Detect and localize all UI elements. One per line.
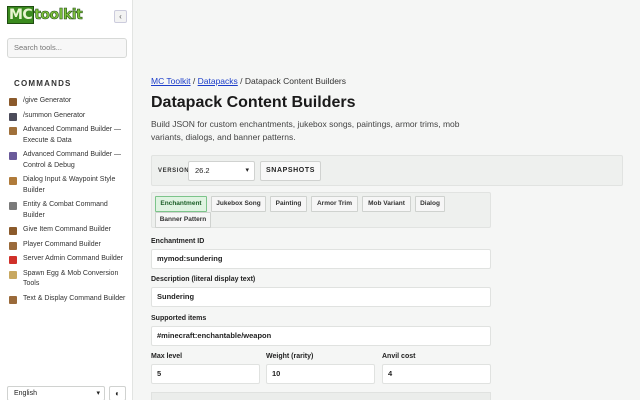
command-block-icon bbox=[9, 270, 17, 279]
max-level-field[interactable]: 5 bbox=[151, 364, 260, 384]
command-block-icon bbox=[9, 227, 17, 235]
command-block-icon bbox=[9, 295, 17, 304]
chevron-down-icon: ▾ bbox=[96, 390, 100, 397]
tab-jukebox-song[interactable]: Jukebox Song bbox=[211, 196, 266, 212]
snapshots-button[interactable]: SNAPSHOTS bbox=[260, 161, 321, 181]
sidebar-footer: English ▾ ◐ bbox=[0, 384, 133, 400]
command-block-icon bbox=[9, 98, 17, 106]
enchantment-id-label: Enchantment ID bbox=[151, 238, 205, 245]
sidebar-item-label: Entity & Combat Command Builder bbox=[23, 201, 108, 219]
anvil-cost-label: Anvil cost bbox=[382, 353, 416, 360]
command-block-icon bbox=[9, 177, 17, 185]
sidebar-item-label: Give Item Command Builder bbox=[23, 226, 111, 233]
anvil-cost-field[interactable]: 4 bbox=[382, 364, 491, 384]
command-block-icon bbox=[9, 112, 17, 121]
breadcrumb: MC Toolkit / Datapacks / Datapack Conten… bbox=[151, 76, 346, 86]
max-level-label: Max level bbox=[151, 353, 183, 360]
sidebar-item-label: Advanced Command Builder — Control & Deb… bbox=[23, 151, 122, 169]
command-block-icon bbox=[9, 241, 17, 250]
main-content: MC Toolkit / Datapacks / Datapack Conten… bbox=[134, 0, 640, 400]
app-logo[interactable]: MC toolkit bbox=[7, 6, 83, 24]
breadcrumb-current: Datapack Content Builders bbox=[244, 76, 347, 86]
breadcrumb-home-link[interactable]: MC Toolkit bbox=[151, 76, 191, 86]
tab-enchantment[interactable]: Enchantment bbox=[155, 196, 207, 212]
page-title: Datapack Content Builders bbox=[151, 94, 356, 111]
command-block-icon bbox=[9, 152, 17, 160]
theme-toggle-icon[interactable]: ◐ bbox=[109, 386, 126, 400]
sidebar-item-label: Spawn Egg & Mob Conversion Tools bbox=[23, 269, 119, 288]
language-value: English bbox=[14, 390, 37, 397]
sidebar-nav: /give Generator/summon Generator Advanced… bbox=[0, 96, 133, 308]
version-bar: VERSION 26.2 ▾ SNAPSHOTS bbox=[151, 155, 623, 186]
version-value: 26.2 bbox=[195, 166, 210, 175]
sidebar: MC toolkit ‹ Search tools... COMMANDS /gi… bbox=[0, 0, 133, 400]
description-label: Description (literal display text) bbox=[151, 276, 256, 283]
next-section-cutoff bbox=[151, 392, 491, 400]
supported-items-label: Supported items bbox=[151, 315, 207, 322]
tab-banner-pattern[interactable]: Banner Pattern bbox=[155, 212, 211, 228]
sidebar-item[interactable]: Entity & Combat Command Builder bbox=[0, 200, 133, 221]
breadcrumb-separator: / bbox=[190, 76, 198, 86]
language-select[interactable]: English ▾ bbox=[7, 386, 105, 400]
sidebar-item[interactable]: Player Command Builder bbox=[0, 240, 133, 251]
sidebar-item[interactable]: /give Generator bbox=[0, 96, 133, 107]
command-block-icon bbox=[9, 202, 17, 210]
tab-painting[interactable]: Painting bbox=[270, 196, 307, 212]
builder-tabs: Enchantment Jukebox Song Painting Armor Tri… bbox=[151, 192, 491, 228]
supported-items-field[interactable]: #minecraft:enchantable/weapon bbox=[151, 326, 491, 346]
enchantment-id-field[interactable]: mymod:sundering bbox=[151, 249, 491, 269]
sidebar-item[interactable]: Text & Display Command Builder bbox=[0, 294, 133, 305]
sidebar-item[interactable]: Advanced Command Builder — Execute & Dat… bbox=[0, 125, 133, 146]
logo-toolkit: toolkit bbox=[34, 7, 83, 24]
breadcrumb-separator: / bbox=[237, 76, 245, 86]
collapse-sidebar-icon[interactable]: ‹ bbox=[114, 10, 127, 23]
logo-mc: MC bbox=[7, 6, 35, 24]
sidebar-item-label: /summon Generator bbox=[23, 111, 86, 119]
tab-mob-variant[interactable]: Mob Variant bbox=[362, 196, 411, 212]
logo-row: MC toolkit ‹ bbox=[7, 6, 127, 27]
sidebar-item[interactable]: Spawn Egg & Mob Conversion Tools bbox=[0, 269, 133, 290]
sidebar-item[interactable]: Server Admin Command Builder bbox=[0, 254, 133, 265]
tab-dialog[interactable]: Dialog bbox=[415, 196, 445, 212]
version-label: VERSION bbox=[158, 168, 190, 174]
sidebar-item[interactable]: Advanced Command Builder — Control & Deb… bbox=[0, 150, 133, 171]
sidebar-item[interactable]: Dialog Input & Waypoint Style Builder bbox=[0, 175, 133, 196]
sidebar-item-label: Server Admin Command Builder bbox=[23, 255, 123, 262]
section-title-commands: COMMANDS bbox=[14, 79, 72, 88]
tab-armor-trim[interactable]: Armor Trim bbox=[311, 196, 358, 212]
sidebar-item-label: Player Command Builder bbox=[23, 240, 101, 248]
sidebar-item-label: Advanced Command Builder — Execute & Dat… bbox=[23, 126, 122, 144]
sidebar-item[interactable]: /summon Generator bbox=[0, 111, 133, 122]
breadcrumb-datapacks-link[interactable]: Datapacks bbox=[198, 76, 238, 86]
version-select[interactable]: 26.2 ▾ bbox=[188, 161, 255, 181]
sidebar-item-label: /give Generator bbox=[23, 97, 72, 104]
command-block-icon bbox=[9, 256, 17, 264]
sidebar-item-label: Text & Display Command Builder bbox=[23, 294, 126, 302]
sidebar-item-label: Dialog Input & Waypoint Style Builder bbox=[23, 176, 116, 194]
chevron-down-icon: ▾ bbox=[245, 167, 249, 174]
search-input[interactable]: Search tools... bbox=[7, 38, 127, 58]
command-block-icon bbox=[9, 127, 17, 135]
weight-label: Weight (rarity) bbox=[266, 353, 314, 360]
sidebar-item[interactable]: Give Item Command Builder bbox=[0, 225, 133, 236]
description-field[interactable]: Sundering bbox=[151, 287, 491, 307]
weight-field[interactable]: 10 bbox=[266, 364, 375, 384]
page-subtitle: Build JSON for custom enchantments, juke… bbox=[151, 119, 460, 142]
